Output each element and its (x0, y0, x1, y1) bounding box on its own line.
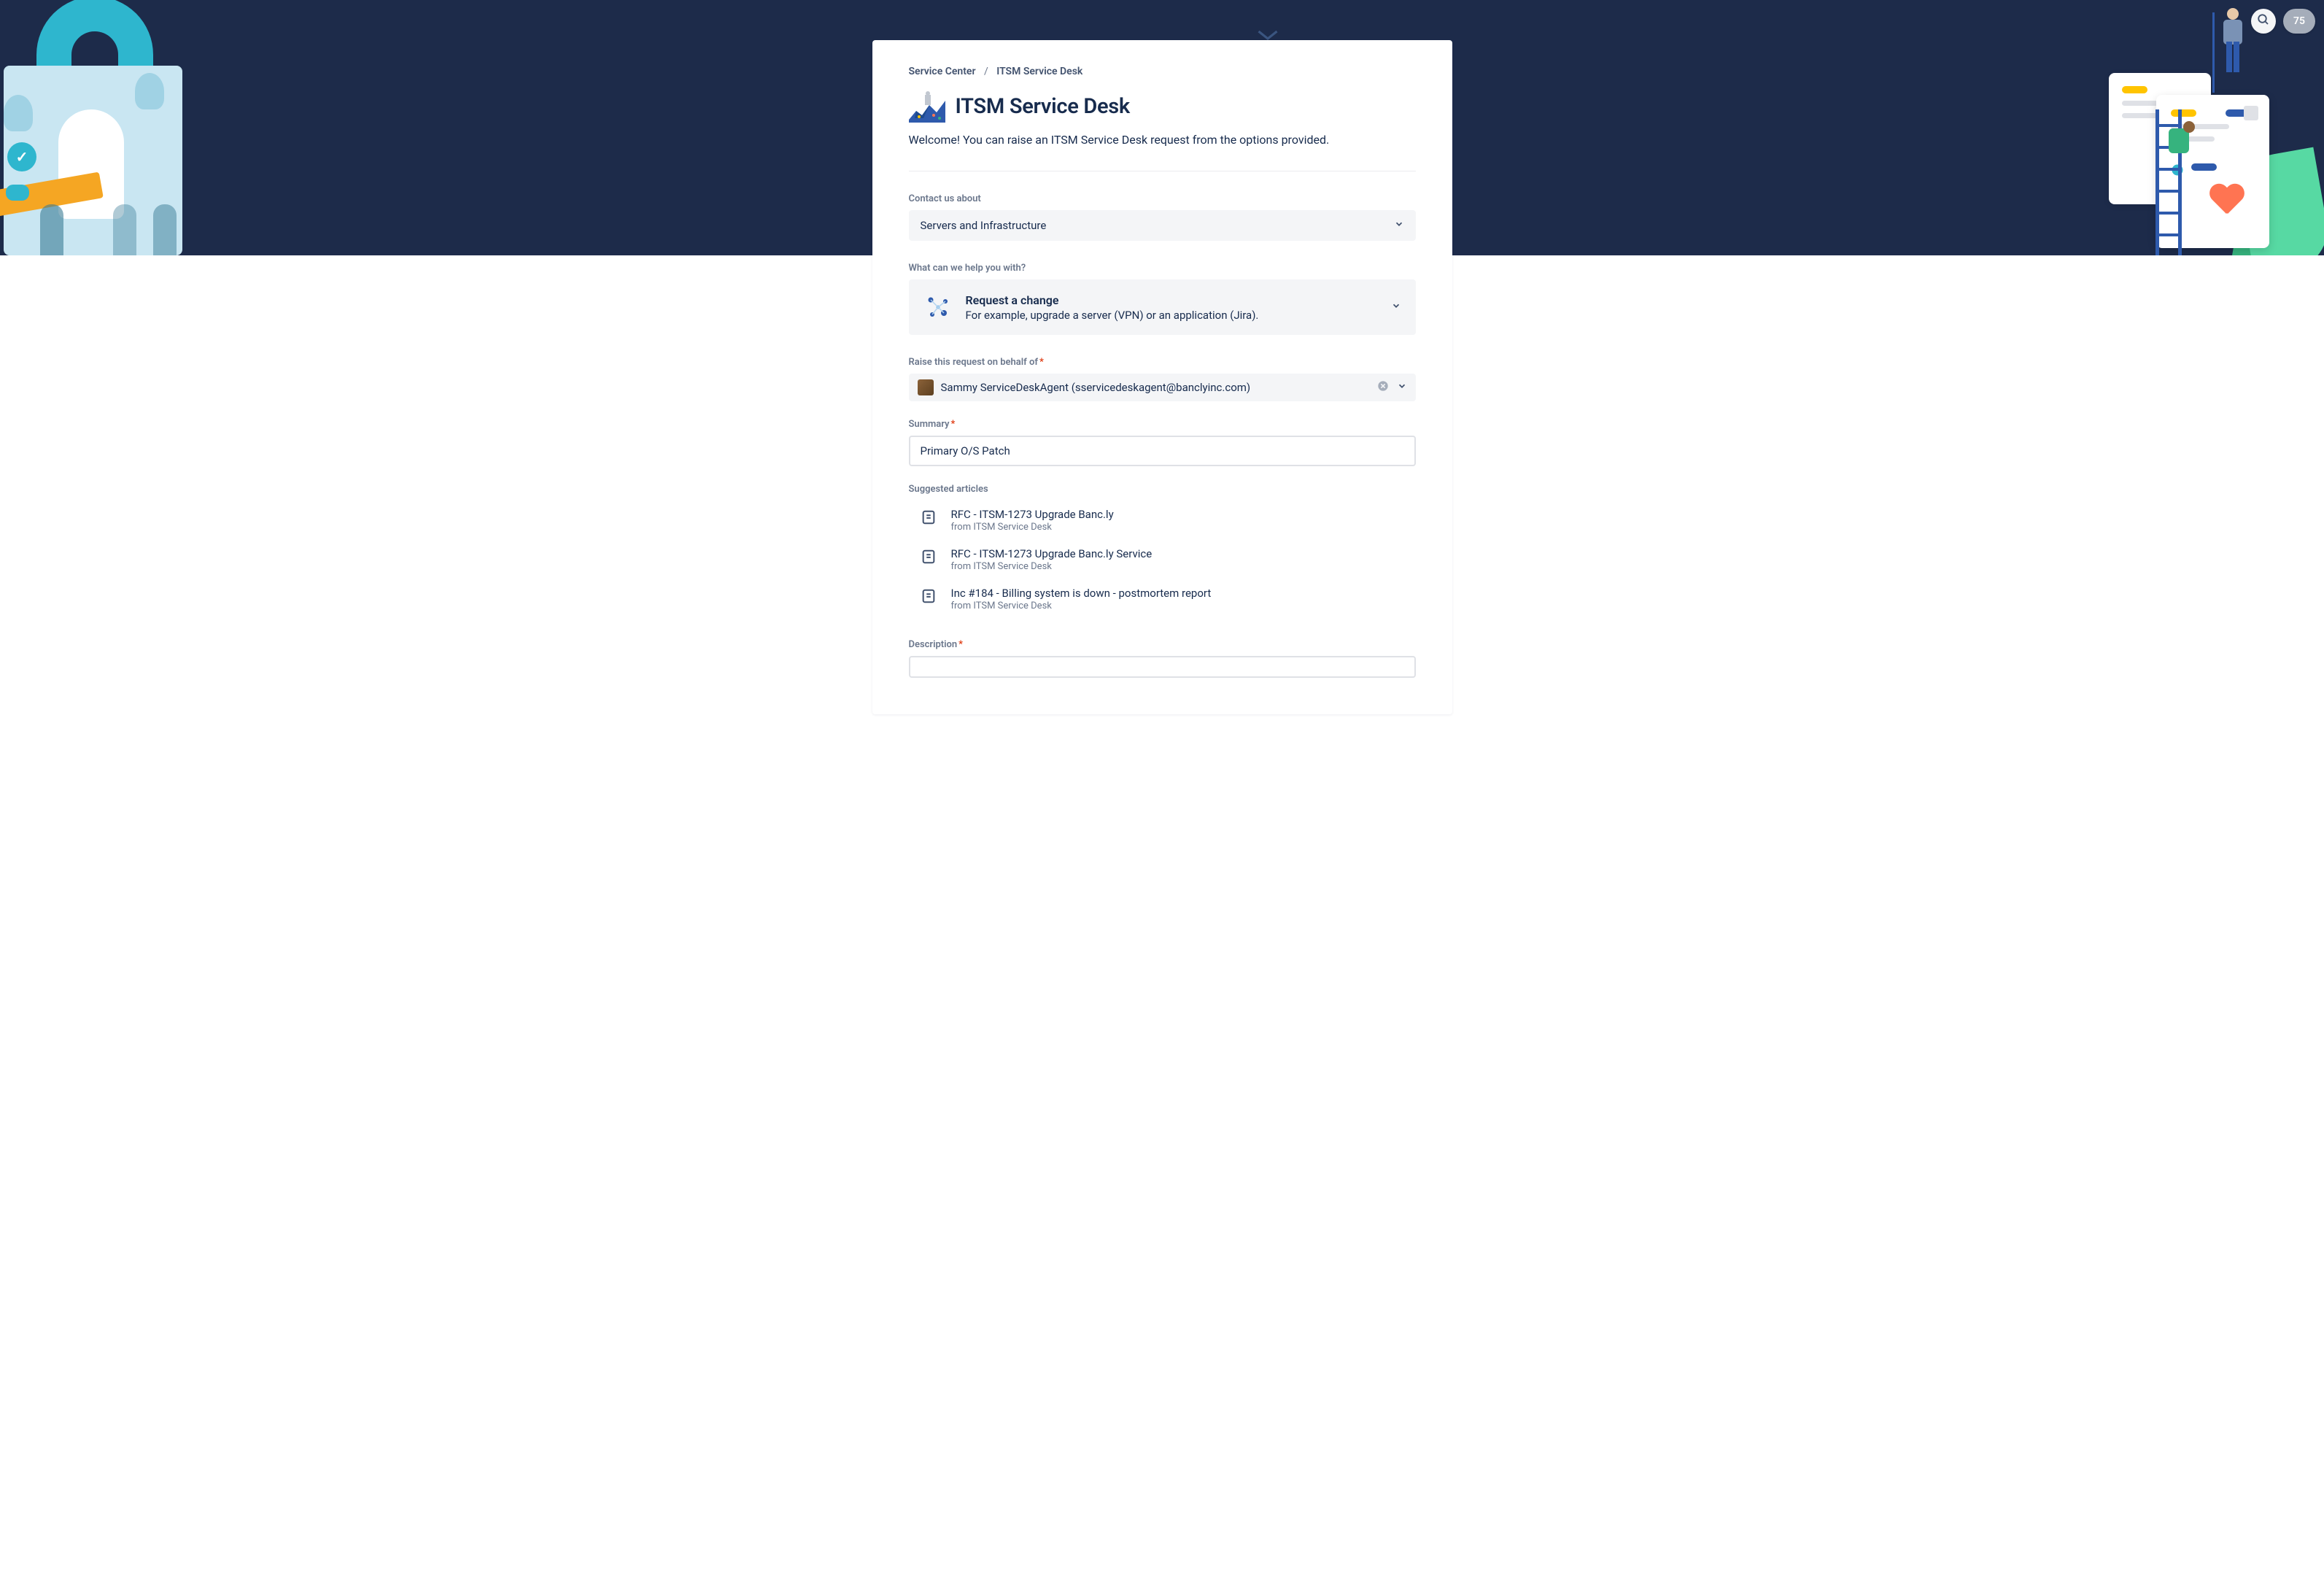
page-title: ITSM Service Desk (956, 94, 1130, 119)
summary-input[interactable] (909, 436, 1416, 466)
contact-us-label: Contact us about (909, 193, 1416, 204)
search-icon (2257, 13, 2270, 29)
breadcrumb-root[interactable]: Service Center (909, 66, 976, 77)
request-type-desc: For example, upgrade a server (VPN) or a… (966, 309, 1378, 322)
help-with-label: What can we help you with? (909, 263, 1416, 274)
description-input[interactable] (909, 656, 1416, 678)
breadcrumb: Service Center / ITSM Service Desk (909, 66, 1416, 77)
user-avatar (918, 379, 934, 395)
request-change-icon (923, 293, 953, 322)
suggested-articles-label: Suggested articles (909, 484, 1416, 495)
request-type-select[interactable]: Request a change For example, upgrade a … (909, 279, 1416, 335)
chevron-down-icon (1397, 381, 1407, 394)
behalf-of-select[interactable]: Sammy ServiceDeskAgent (sservicedeskagen… (909, 374, 1416, 401)
breadcrumb-separator: / (984, 66, 988, 77)
banner-illustration-right (2120, 0, 2324, 255)
welcome-text: Welcome! You can raise an ITSM Service D… (909, 131, 1416, 149)
document-icon (921, 509, 937, 525)
search-button[interactable] (2251, 9, 2276, 34)
badge-count: 75 (2293, 15, 2305, 27)
suggested-article[interactable]: Inc #184 - Billing system is down - post… (909, 579, 1416, 619)
document-icon (921, 549, 937, 565)
behalf-of-value: Sammy ServiceDeskAgent (sservicedeskagen… (941, 381, 1369, 394)
document-icon (921, 588, 937, 604)
article-title: Inc #184 - Billing system is down - post… (951, 587, 1404, 600)
chevron-down-icon (1391, 301, 1401, 314)
chevron-down-icon (1394, 219, 1404, 232)
summary-label: Summary* (909, 419, 1416, 430)
contact-us-value: Servers and Infrastructure (921, 219, 1047, 232)
project-avatar-icon (909, 90, 945, 123)
contact-us-select[interactable]: Servers and Infrastructure (909, 210, 1416, 241)
breadcrumb-current[interactable]: ITSM Service Desk (996, 66, 1082, 77)
close-circle-icon (1377, 380, 1389, 395)
article-source: from ITSM Service Desk (951, 600, 1404, 611)
description-label: Description* (909, 639, 1416, 650)
behalf-of-label: Raise this request on behalf of* (909, 357, 1416, 368)
banner-illustration-left (0, 0, 204, 255)
suggested-article[interactable]: RFC - ITSM-1273 Upgrade Banc.ly from ITS… (909, 501, 1416, 540)
article-source: from ITSM Service Desk (951, 522, 1404, 533)
main-panel: Service Center / ITSM Service Desk ITSM … (872, 40, 1452, 714)
article-title: RFC - ITSM-1273 Upgrade Banc.ly Service (951, 547, 1404, 560)
article-source: from ITSM Service Desk (951, 561, 1404, 572)
request-type-title: Request a change (966, 293, 1378, 307)
suggested-article[interactable]: RFC - ITSM-1273 Upgrade Banc.ly Service … (909, 540, 1416, 579)
notification-badge[interactable]: 75 (2283, 9, 2315, 34)
article-title: RFC - ITSM-1273 Upgrade Banc.ly (951, 508, 1404, 521)
clear-selection-button[interactable] (1376, 381, 1390, 394)
